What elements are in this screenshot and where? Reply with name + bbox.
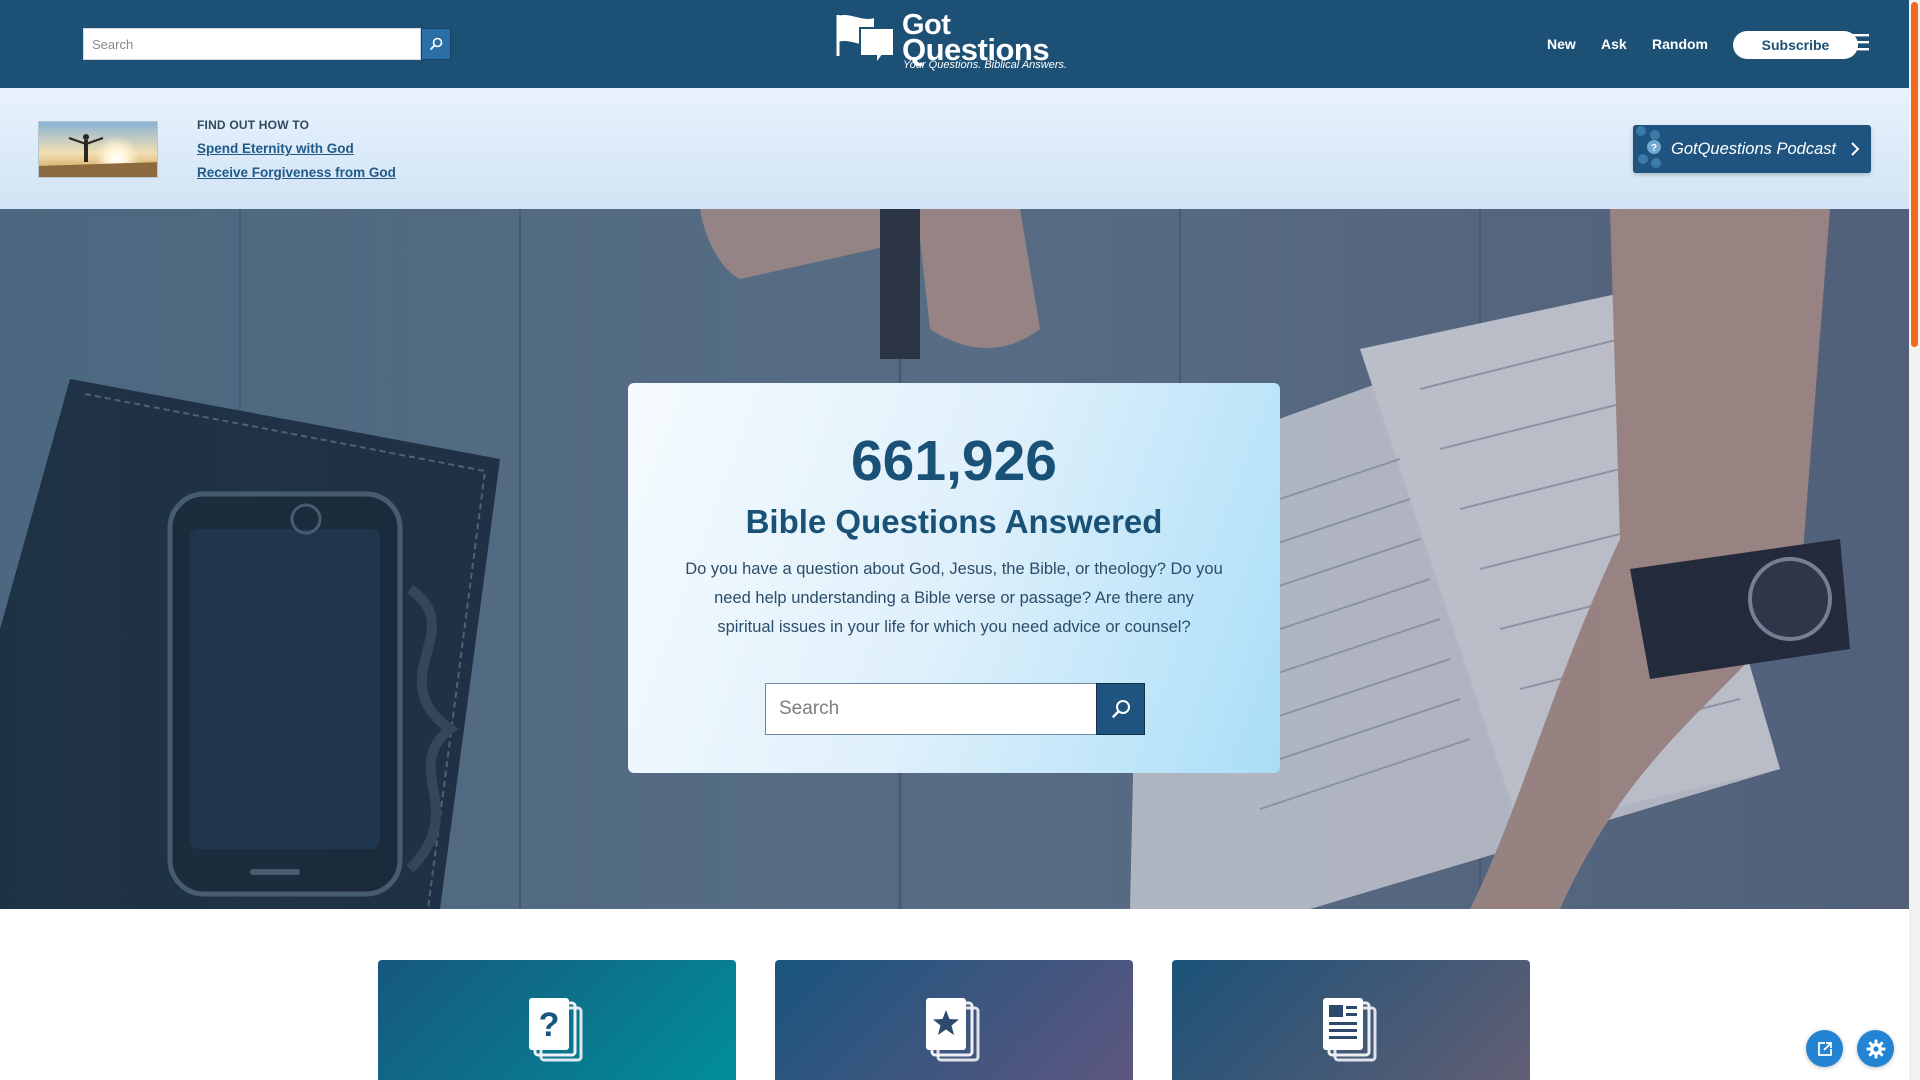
card-description: Do you have a question about God, Jesus,… — [685, 560, 1223, 636]
question-bubbles-icon: ? — [1636, 126, 1661, 168]
eternity-link[interactable]: Spend Eternity with God — [197, 141, 354, 156]
hero-search-button[interactable] — [1096, 683, 1145, 735]
hero-search-input[interactable] — [765, 683, 1096, 735]
answered-count: 661,926 — [850, 429, 1058, 493]
questions-answered-card: 661,926 Bible Questions Answered Do you … — [628, 383, 1280, 773]
salvation-promo-band: FIND OUT HOW TO Spend Eternity with God … — [0, 88, 1909, 209]
settings-button[interactable] — [1857, 1030, 1894, 1067]
nav-ask-link[interactable]: Ask — [1601, 36, 1627, 52]
forgiveness-link[interactable]: Receive Forgiveness from God — [197, 165, 396, 180]
article-document-icon — [1323, 998, 1377, 1062]
scrollbar-thumb[interactable] — [1911, 2, 1918, 347]
logo-tagline: Your Questions. Biblical Answers. — [903, 59, 1068, 71]
hamburger-menu-button[interactable] — [1847, 33, 1871, 55]
header-search-button[interactable] — [421, 28, 451, 60]
page-scrollbar[interactable] — [1909, 0, 1920, 1080]
sunrise-man-thumbnail[interactable] — [38, 121, 158, 178]
star-document-icon — [926, 998, 980, 1062]
chevron-right-icon — [1851, 142, 1860, 156]
podcast-label: GotQuestions Podcast — [1671, 140, 1837, 158]
speech-flags-logo-icon — [836, 15, 895, 64]
tile-featured[interactable] — [775, 960, 1133, 1080]
search-icon — [1111, 700, 1130, 718]
hamburger-icon — [1847, 34, 1869, 51]
svg-text:?: ? — [1651, 143, 1657, 154]
subscribe-button[interactable]: Subscribe — [1733, 31, 1858, 59]
search-icon — [430, 37, 443, 50]
share-button[interactable] — [1806, 1030, 1843, 1067]
site-header: Got Questions Your Questions. Biblical A… — [0, 0, 1909, 88]
site-logo[interactable]: Got Questions Your Questions. Biblical A… — [832, 9, 1067, 76]
nav-random-link[interactable]: Random — [1652, 36, 1708, 52]
tile-questions[interactable]: ? — [378, 960, 736, 1080]
tile-articles[interactable] — [1172, 960, 1530, 1080]
question-document-icon: ? — [529, 998, 583, 1062]
svg-text:?: ? — [539, 1006, 560, 1044]
podcast-button[interactable]: ? GotQuestions Podcast — [1633, 125, 1871, 173]
gear-icon — [1866, 1039, 1885, 1058]
promo-kicker: FIND OUT HOW TO — [197, 118, 310, 132]
card-title: Bible Questions Answered — [745, 503, 1163, 540]
hero-section: 661,926 Bible Questions Answered Do you … — [0, 209, 1909, 909]
header-search-input[interactable] — [83, 28, 421, 60]
share-icon — [1817, 1041, 1832, 1056]
nav-new-link[interactable]: New — [1547, 36, 1576, 52]
